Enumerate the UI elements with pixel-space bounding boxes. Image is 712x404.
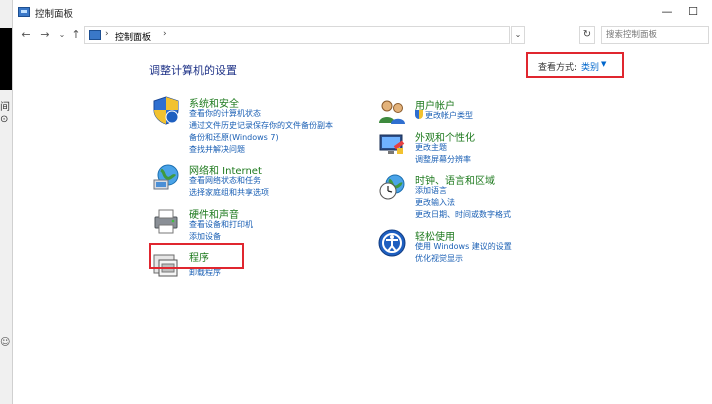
- monitor-paint-icon: [379, 134, 405, 154]
- link-change-theme[interactable]: 更改主题: [415, 142, 447, 153]
- link-recommended-settings[interactable]: 使用 Windows 建议的设置: [415, 241, 512, 252]
- desktop-text: 间: [0, 102, 10, 113]
- navigation-bar: ← → ⌄ ↑ › 控制面板 › ⌄ ↻ 搜索控制面板: [13, 24, 712, 46]
- desktop-icon: ⊙: [0, 114, 9, 125]
- shield-icon: [153, 96, 179, 125]
- highlight-programs: [149, 243, 244, 269]
- users-icon: [379, 100, 405, 124]
- network-globe-icon: [153, 164, 179, 190]
- link-change-account-type[interactable]: 更改帐户类型: [415, 110, 473, 121]
- link-network-status[interactable]: 查看网络状态和任务: [189, 175, 261, 186]
- link-troubleshoot[interactable]: 查找并解决问题: [189, 144, 245, 155]
- link-label[interactable]: 更改帐户类型: [425, 111, 473, 120]
- link-screen-resolution[interactable]: 调整屏幕分辨率: [415, 154, 471, 165]
- link-add-language[interactable]: 添加语言: [415, 185, 447, 196]
- link-change-input-method[interactable]: 更改输入法: [415, 197, 455, 208]
- link-date-time-format[interactable]: 更改日期、时间或数字格式: [415, 209, 511, 220]
- breadcrumb-separator[interactable]: ›: [105, 29, 109, 39]
- view-by-dropdown[interactable]: 类别: [581, 60, 599, 73]
- clock-globe-icon: [379, 174, 405, 200]
- link-backup-restore[interactable]: 备份和还原(Windows 7): [189, 132, 279, 143]
- recent-locations-button[interactable]: ⌄: [55, 27, 69, 43]
- link-add-device[interactable]: 添加设备: [189, 231, 221, 242]
- minimize-button[interactable]: —: [653, 3, 681, 21]
- control-panel-icon: [18, 7, 30, 17]
- breadcrumb-separator[interactable]: ›: [163, 29, 167, 39]
- printer-icon: [154, 209, 178, 234]
- uac-shield-icon: [415, 110, 423, 119]
- page-title: 调整计算机的设置: [149, 64, 237, 77]
- breadcrumb-control-panel[interactable]: 控制面板: [115, 30, 151, 43]
- forward-button[interactable]: →: [38, 27, 52, 43]
- back-button[interactable]: ←: [19, 27, 33, 43]
- address-dropdown-button[interactable]: ⌄: [511, 26, 525, 44]
- view-by-label: 查看方式:: [538, 63, 578, 73]
- address-bar[interactable]: › 控制面板 ›: [84, 26, 510, 44]
- control-panel-window: 控制面板 — ☐ ← → ⌄ ↑ › 控制面板 › ⌄ ↻ 搜索控制面板 调整计…: [12, 0, 712, 404]
- dropdown-arrow-icon[interactable]: ▼: [601, 60, 606, 68]
- link-optimize-visual[interactable]: 优化视觉显示: [415, 253, 463, 264]
- maximize-button[interactable]: ☐: [679, 3, 707, 21]
- link-file-history[interactable]: 通过文件历史记录保存你的文件备份副本: [189, 120, 333, 131]
- view-by-control[interactable]: 查看方式: 类别 ▼: [526, 52, 624, 78]
- desktop-dark-area: [0, 28, 12, 90]
- smiley-icon: ☺: [0, 337, 11, 348]
- search-input[interactable]: 搜索控制面板: [601, 26, 709, 44]
- ease-of-access-icon: [378, 229, 406, 257]
- up-button[interactable]: ↑: [69, 27, 83, 43]
- window-title: 控制面板: [35, 9, 74, 20]
- link-devices-printers[interactable]: 查看设备和打印机: [189, 219, 253, 230]
- refresh-button[interactable]: ↻: [579, 26, 595, 44]
- link-view-computer-status[interactable]: 查看你的计算机状态: [189, 108, 261, 119]
- title-bar: 控制面板 — ☐: [13, 0, 712, 24]
- control-panel-icon: [89, 30, 101, 40]
- link-homegroup-sharing[interactable]: 选择家庭组和共享选项: [189, 187, 269, 198]
